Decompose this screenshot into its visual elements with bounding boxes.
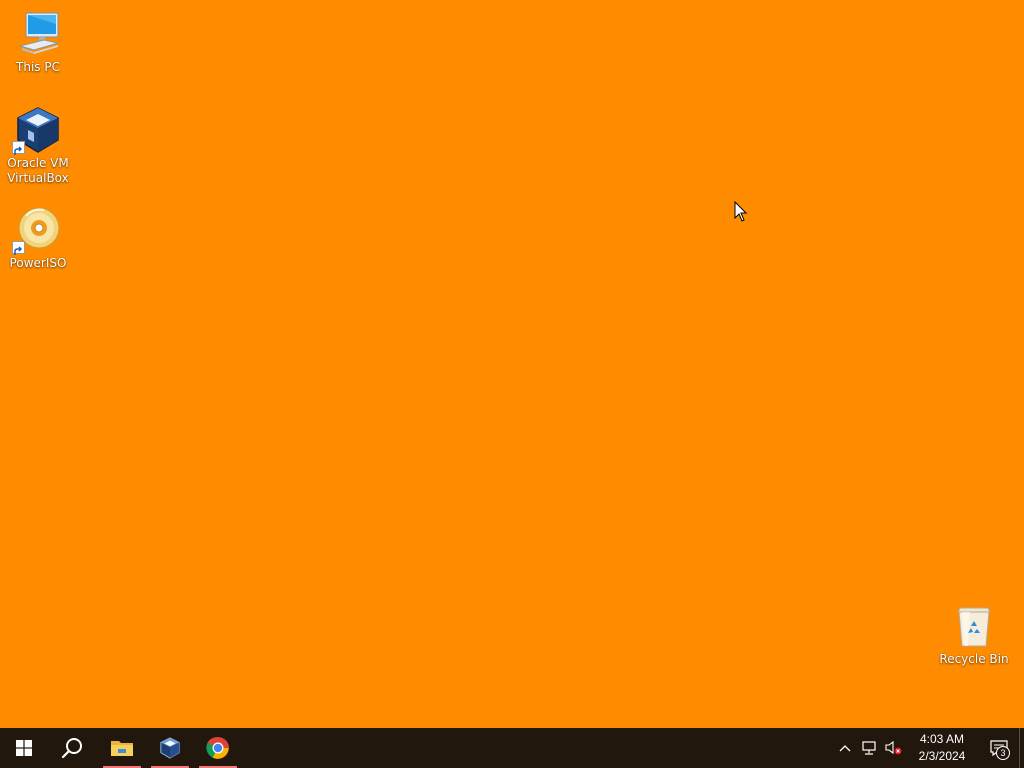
desktop-icon-poweriso[interactable]: PowerISO xyxy=(0,206,76,271)
mouse-cursor-icon xyxy=(734,200,748,223)
shortcut-arrow-icon xyxy=(12,241,25,255)
show-hidden-icons-button[interactable] xyxy=(833,728,857,768)
desktop-icon-this-pc[interactable]: This PC xyxy=(0,10,76,75)
windows-logo-icon xyxy=(16,740,32,756)
desktop-icon-label: This PC xyxy=(16,60,60,74)
taskbar-chrome-button[interactable] xyxy=(194,728,242,768)
search-button[interactable] xyxy=(48,728,96,768)
desktop[interactable]: This PC Oracle VM VirtualBox PowerISO Re… xyxy=(0,0,1024,728)
volume-button[interactable] xyxy=(881,728,905,768)
desktop-icon-label: Recycle Bin xyxy=(939,652,1009,666)
notification-count-badge: 3 xyxy=(996,746,1010,760)
action-center-button[interactable]: 3 xyxy=(979,728,1019,768)
volume-muted-icon xyxy=(885,740,902,755)
folder-icon xyxy=(111,741,133,756)
show-desktop-button[interactable] xyxy=(1019,728,1024,768)
chevron-up-icon xyxy=(839,745,851,752)
chrome-icon xyxy=(206,736,229,759)
clock-date: 2/3/2024 xyxy=(918,749,966,763)
taskbar-virtualbox-button[interactable] xyxy=(146,728,194,768)
desktop-icon-recycle-bin[interactable]: Recycle Bin xyxy=(936,602,1012,667)
recycle-bin-icon xyxy=(950,602,998,650)
desktop-icon-label: PowerISO xyxy=(9,256,67,270)
this-pc-icon xyxy=(14,10,62,58)
system-tray: 4:03 AM 2/3/2024 3 xyxy=(833,728,1024,768)
search-icon xyxy=(61,738,82,759)
clock-time: 4:03 AM xyxy=(919,732,965,746)
network-icon xyxy=(862,741,876,755)
shortcut-arrow-icon xyxy=(12,141,25,155)
taskbar-file-explorer-button[interactable] xyxy=(98,728,146,768)
clock-button[interactable]: 4:03 AM 2/3/2024 xyxy=(905,728,979,768)
network-button[interactable] xyxy=(857,728,881,768)
desktop-icon-virtualbox[interactable]: Oracle VM VirtualBox xyxy=(0,106,76,186)
taskbar: 4:03 AM 2/3/2024 3 xyxy=(0,728,1024,768)
poweriso-icon xyxy=(12,206,62,255)
desktop-icon-label: Oracle VM VirtualBox xyxy=(7,156,69,185)
virtualbox-icon xyxy=(160,737,180,759)
start-button[interactable] xyxy=(0,728,48,768)
virtualbox-icon xyxy=(12,106,62,155)
